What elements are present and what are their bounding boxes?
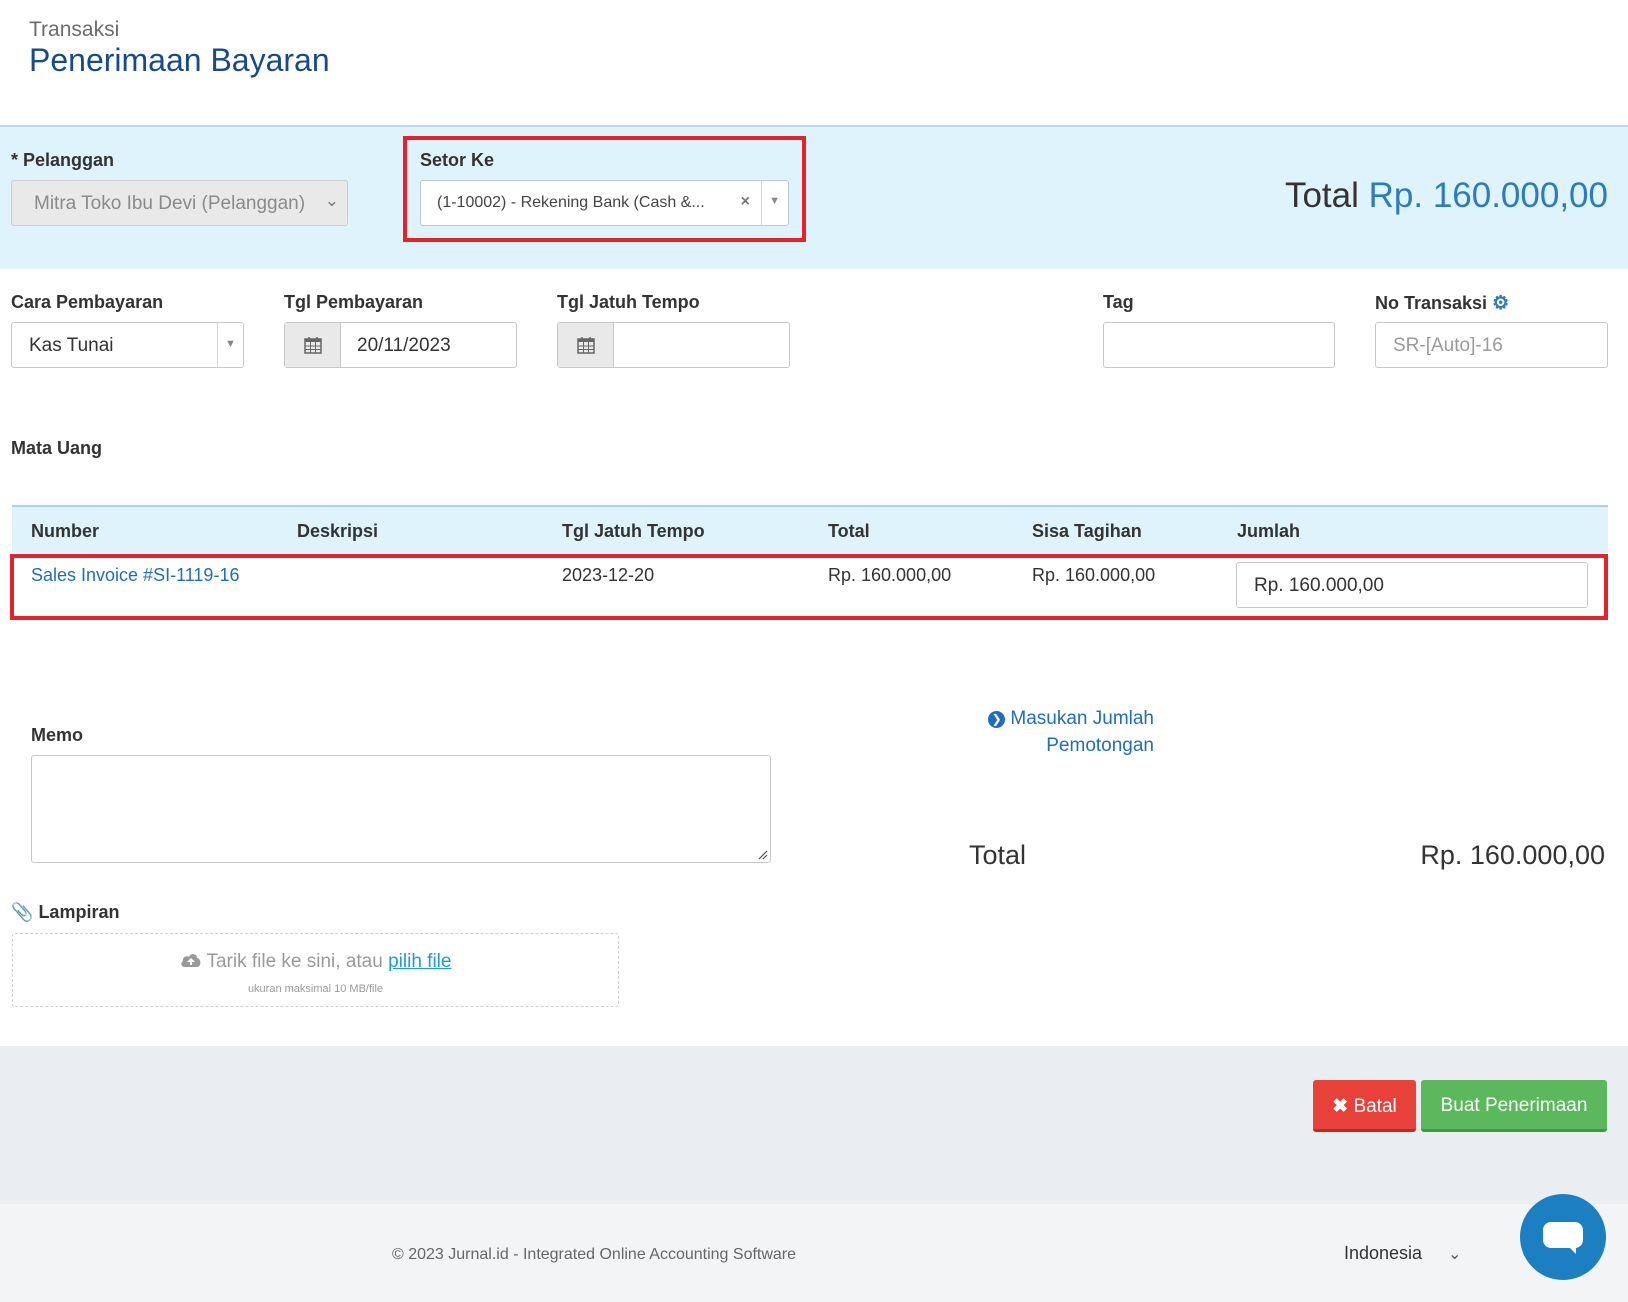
- attachment-dropzone[interactable]: Tarik file ke sini, atau pilih file ukur…: [12, 933, 619, 1007]
- customer-value: Mitra Toko Ibu Devi (Pelanggan): [34, 193, 306, 214]
- column-header-number: Number: [31, 521, 100, 541]
- clear-icon[interactable]: ×: [741, 193, 750, 211]
- calendar-icon[interactable]: [558, 323, 614, 367]
- amount-input[interactable]: Rp. 160.000,00: [1236, 562, 1588, 608]
- summary-total-amount: Rp. 160.000,00: [1368, 176, 1608, 215]
- transaction-no-label-text: No Transaksi: [1375, 293, 1488, 313]
- deposit-label: Setor Ke: [420, 150, 495, 170]
- cancel-button-label: Batal: [1353, 1096, 1397, 1117]
- gear-icon[interactable]: ⚙: [1492, 293, 1509, 314]
- column-header-total: Total: [828, 521, 870, 541]
- payment-date-label: Tgl Pembayaran: [284, 292, 424, 312]
- close-icon: ✖: [1332, 1096, 1349, 1117]
- column-header-description: Deskripsi: [297, 521, 379, 541]
- language-selector[interactable]: Indonesia: [1344, 1243, 1422, 1264]
- chat-button[interactable]: [1520, 1194, 1606, 1280]
- deposit-select[interactable]: (1-10002) - Rekening Bank (Cash &... × ▼: [420, 180, 789, 226]
- deposit-value: (1-10002) - Rekening Bank (Cash &...: [437, 194, 705, 211]
- payment-method-label: Cara Pembayaran: [11, 292, 164, 312]
- bottom-total-amount: Rp. 160.000,00: [1420, 840, 1605, 870]
- pick-file-link[interactable]: pilih file: [388, 951, 451, 972]
- paperclip-icon: 📎: [11, 902, 34, 922]
- column-header-due-date: Tgl Jatuh Tempo: [562, 521, 705, 541]
- caret-down-icon[interactable]: ▼: [769, 195, 780, 207]
- customer-select: Mitra Toko Ibu Devi (Pelanggan) ⌄: [11, 180, 348, 226]
- deduction-link-line1: ❯ Masukan Jumlah: [960, 705, 1154, 732]
- attachment-label: 📎 Lampiran: [11, 902, 119, 923]
- currency-label: Mata Uang: [11, 438, 103, 458]
- caret-down-icon[interactable]: ▼: [217, 323, 243, 367]
- summary-total: Total Rp. 160.000,00: [1285, 176, 1608, 216]
- dropzone-size-note: ukuran maksimal 10 MB/file: [247, 983, 384, 995]
- due-date-label: Tgl Jatuh Tempo: [557, 292, 700, 312]
- select-divider: [761, 181, 762, 225]
- payment-method-select[interactable]: Kas Tunai ▼: [11, 322, 244, 368]
- resize-grip-icon[interactable]: [756, 848, 768, 860]
- chat-icon: [1543, 1222, 1583, 1248]
- chevron-circle-right-icon: ❯: [988, 711, 1006, 728]
- invoice-link[interactable]: Sales Invoice #SI-1119-16: [31, 565, 239, 586]
- payment-method-value: Kas Tunai: [29, 335, 114, 356]
- chevron-down-icon[interactable]: ⌄: [1448, 1244, 1461, 1264]
- chat-icon-tail: [1566, 1244, 1576, 1254]
- calendar-icon[interactable]: [285, 323, 341, 367]
- tag-label: Tag: [1103, 292, 1134, 312]
- create-receipt-button[interactable]: Buat Penerimaan: [1421, 1080, 1607, 1132]
- page-title: Penerimaan Bayaran: [29, 42, 330, 78]
- row-remaining: Rp. 160.000,00: [1032, 565, 1156, 585]
- column-header-amount: Jumlah: [1237, 521, 1301, 541]
- deduction-link-text-2: Pemotongan: [1046, 735, 1154, 756]
- cancel-button[interactable]: ✖ Batal: [1313, 1080, 1416, 1132]
- deduction-link[interactable]: ❯ Masukan Jumlah Pemotongan: [960, 705, 1154, 759]
- breadcrumb: Transaksi: [29, 18, 120, 41]
- copyright-text: © 2023 Jurnal.id - Integrated Online Acc…: [392, 1246, 797, 1263]
- summary-total-label: Total: [1284, 176, 1359, 215]
- amount-value: Rp. 160.000,00: [1254, 575, 1384, 596]
- cloud-upload-icon: [180, 951, 207, 972]
- row-total: Rp. 160.000,00: [828, 565, 952, 585]
- transaction-no-label: No Transaksi ⚙: [1375, 292, 1509, 315]
- bottom-total-label: Total: [969, 840, 1027, 870]
- transaction-no-input[interactable]: SR-[Auto]-16: [1375, 322, 1608, 368]
- memo-textarea[interactable]: [31, 755, 771, 863]
- transaction-no-placeholder: SR-[Auto]-16: [1393, 335, 1503, 356]
- chevron-down-icon: ⌄: [324, 191, 339, 210]
- tag-input[interactable]: [1103, 322, 1335, 368]
- dropzone-text: Tarik file ke sini, atau pilih file: [13, 951, 618, 973]
- payment-date-field[interactable]: 20/11/2023: [284, 322, 517, 368]
- payment-date-value: 20/11/2023: [357, 335, 451, 356]
- memo-label: Memo: [31, 725, 84, 745]
- row-due-date: 2023-12-20: [562, 565, 655, 585]
- customer-label: * Pelanggan: [11, 150, 115, 170]
- attachment-label-text: Lampiran: [38, 902, 120, 922]
- column-header-remaining: Sisa Tagihan: [1032, 521, 1142, 541]
- table-header: Number Deskripsi Tgl Jatuh Tempo Total S…: [12, 505, 1608, 553]
- deduction-link-text-1: Masukan Jumlah: [1010, 708, 1154, 729]
- due-date-field[interactable]: [557, 322, 790, 368]
- dropzone-instruction: Tarik file ke sini, atau: [206, 951, 383, 972]
